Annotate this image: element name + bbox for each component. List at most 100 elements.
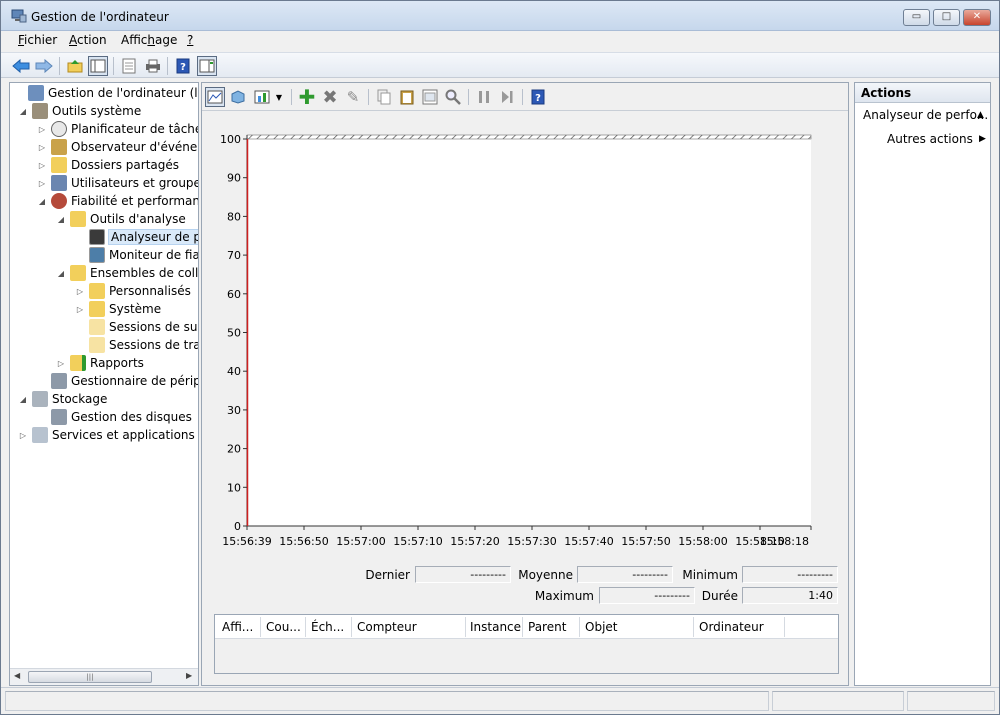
show-action-pane-icon[interactable]: [197, 56, 217, 76]
x-tick-label: 15:58:18: [760, 535, 809, 548]
tree-item-shared-folders[interactable]: ▷ Dossiers partagés: [37, 156, 179, 174]
collapse-icon[interactable]: ◢: [37, 197, 47, 206]
menu-action[interactable]: Action: [69, 33, 107, 47]
expand-icon[interactable]: ▷: [37, 143, 47, 152]
collapse-section-icon[interactable]: ▲: [977, 110, 984, 120]
status-cell-2: [772, 691, 904, 711]
y-tick-label: 80: [227, 210, 241, 223]
tree-item-root[interactable]: Gestion de l'ordinateur (local): [14, 84, 198, 102]
col-header-parent[interactable]: Parent: [528, 620, 566, 634]
minimize-button[interactable]: ▭: [903, 9, 930, 26]
scroll-right-icon[interactable]: ▶: [186, 671, 192, 680]
performance-monitor-pane: ▼ ✚ ✖ ✎ ? 0 10 20 30 40 50 60 70 80 90 1…: [201, 82, 849, 686]
expand-icon[interactable]: ▷: [18, 431, 28, 440]
menu-view[interactable]: Affichage: [121, 33, 177, 47]
x-tick-label: 15:57:00: [336, 535, 385, 548]
x-tick-label: 15:57:30: [507, 535, 556, 548]
console-tree: Gestion de l'ordinateur (local) ◢ Outils…: [9, 82, 199, 686]
event-log-icon: [51, 139, 67, 155]
y-tick-label: 60: [227, 288, 241, 301]
y-tick-label: 0: [234, 520, 241, 533]
graph-top-hatch: [246, 134, 812, 140]
col-header-show[interactable]: Affi...: [222, 620, 253, 634]
tree-item-system[interactable]: ▷ Système: [75, 300, 161, 318]
y-tick-label: 90: [227, 172, 241, 185]
tree-item-trace-sessions[interactable]: Sessions de suivi: [75, 318, 198, 336]
computer-management-window: Gestion de l'ordinateur ▭ □ ✕ Fichier Ac…: [0, 0, 1000, 715]
x-tick-label: 15:56:39: [222, 535, 271, 548]
col-header-scale[interactable]: Éch...: [311, 620, 344, 634]
close-button[interactable]: ✕: [963, 9, 991, 26]
last-value-field: ---------: [415, 566, 511, 583]
expand-icon[interactable]: ▷: [56, 359, 66, 368]
minimum-value-field: ---------: [742, 566, 838, 583]
tree-item-startup-trace-sessions[interactable]: Sessions de trace: [75, 336, 198, 354]
maximum-label: Maximum: [534, 589, 594, 603]
storage-icon: [32, 391, 48, 407]
expand-icon[interactable]: ▷: [37, 179, 47, 188]
tree-item-system-tools[interactable]: ◢ Outils système: [18, 102, 141, 120]
tree-item-storage[interactable]: ◢ Stockage: [18, 390, 107, 408]
up-folder-icon[interactable]: [65, 56, 85, 76]
tree-item-reliability-monitor[interactable]: Moniteur de fiab: [75, 246, 198, 264]
menu-help[interactable]: ?: [187, 33, 193, 47]
scroll-left-icon[interactable]: ◀: [14, 671, 20, 680]
col-header-instance[interactable]: Instance: [470, 620, 521, 634]
reliability-chart-icon: [89, 247, 105, 263]
expand-icon[interactable]: ▷: [75, 287, 85, 296]
average-label: Moyenne: [518, 568, 573, 582]
y-tick-label: 50: [227, 327, 241, 340]
svg-text:?: ?: [180, 62, 186, 73]
menu-file[interactable]: Fichier: [18, 33, 57, 47]
tree-item-disk-management[interactable]: Gestion des disques: [37, 408, 192, 426]
shared-folder-icon: [51, 157, 67, 173]
trace-folder-icon: [89, 319, 105, 335]
tree-item-perf-analyzer[interactable]: Analyseur de per: [75, 228, 198, 246]
tree-item-services-apps[interactable]: ▷ Services et applications: [18, 426, 195, 444]
clock-icon: [51, 121, 67, 137]
counter-legend-grid[interactable]: Affi... Cou... Éch... Compteur Instance …: [214, 614, 839, 674]
scrollbar-thumb[interactable]: |||: [28, 671, 152, 683]
duration-value-field: 1:40: [742, 587, 838, 604]
collapse-icon[interactable]: ◢: [56, 269, 66, 278]
tree-item-custom[interactable]: ▷ Personnalisés: [75, 282, 191, 300]
expand-icon[interactable]: ▷: [37, 161, 47, 170]
col-header-counter[interactable]: Compteur: [357, 620, 417, 634]
duration-label: Durée: [701, 589, 738, 603]
x-tick-label: 15:58:00: [678, 535, 727, 548]
forward-arrow-icon[interactable]: [34, 56, 54, 76]
collapse-icon[interactable]: ◢: [18, 395, 28, 404]
col-header-color[interactable]: Cou...: [266, 620, 301, 634]
collapse-icon[interactable]: ◢: [56, 215, 66, 224]
help-icon[interactable]: ?: [173, 56, 193, 76]
back-arrow-icon[interactable]: [11, 56, 31, 76]
col-header-computer[interactable]: Ordinateur: [699, 620, 764, 634]
tree-item-analysis-tools[interactable]: ◢ Outils d'analyse: [56, 210, 186, 228]
collapse-icon[interactable]: ◢: [18, 107, 28, 116]
actions-section-perf-analyzer[interactable]: Analyseur de perfo...: [863, 108, 988, 122]
col-header-object[interactable]: Objet: [585, 620, 617, 634]
y-tick-label: 40: [227, 365, 241, 378]
trace-folder-icon: [89, 337, 105, 353]
actions-title: Actions: [855, 83, 990, 103]
expand-icon[interactable]: ▷: [75, 305, 85, 314]
gauge-icon: [51, 193, 67, 209]
expand-icon[interactable]: ▷: [37, 125, 47, 134]
tree-item-reports[interactable]: ▷ Rapports: [56, 354, 144, 372]
tree-item-reliability[interactable]: ◢ Fiabilité et performance: [37, 192, 198, 210]
more-actions-link[interactable]: Autres actions: [887, 132, 973, 146]
tree-item-collector-sets[interactable]: ◢ Ensembles de collec: [56, 264, 198, 282]
tree-horizontal-scrollbar[interactable]: ◀ ||| ▶: [10, 668, 198, 685]
show-tree-icon[interactable]: [88, 56, 108, 76]
tree-item-event-viewer[interactable]: ▷ Observateur d'événeme: [37, 138, 198, 156]
y-tick-label: 30: [227, 404, 241, 417]
tree-item-task-scheduler[interactable]: ▷ Planificateur de tâches: [37, 120, 198, 138]
status-bar: [1, 687, 999, 714]
maximize-button[interactable]: □: [933, 9, 960, 26]
tree-item-device-manager[interactable]: Gestionnaire de périphé: [37, 372, 198, 390]
print-icon[interactable]: [143, 56, 163, 76]
properties-icon[interactable]: [119, 56, 139, 76]
actions-pane: Actions Analyseur de perfo... ▲ Autres a…: [854, 82, 991, 686]
x-tick-label: 15:57:40: [564, 535, 613, 548]
tree-item-users-groups[interactable]: ▷ Utilisateurs et groupes l: [37, 174, 198, 192]
